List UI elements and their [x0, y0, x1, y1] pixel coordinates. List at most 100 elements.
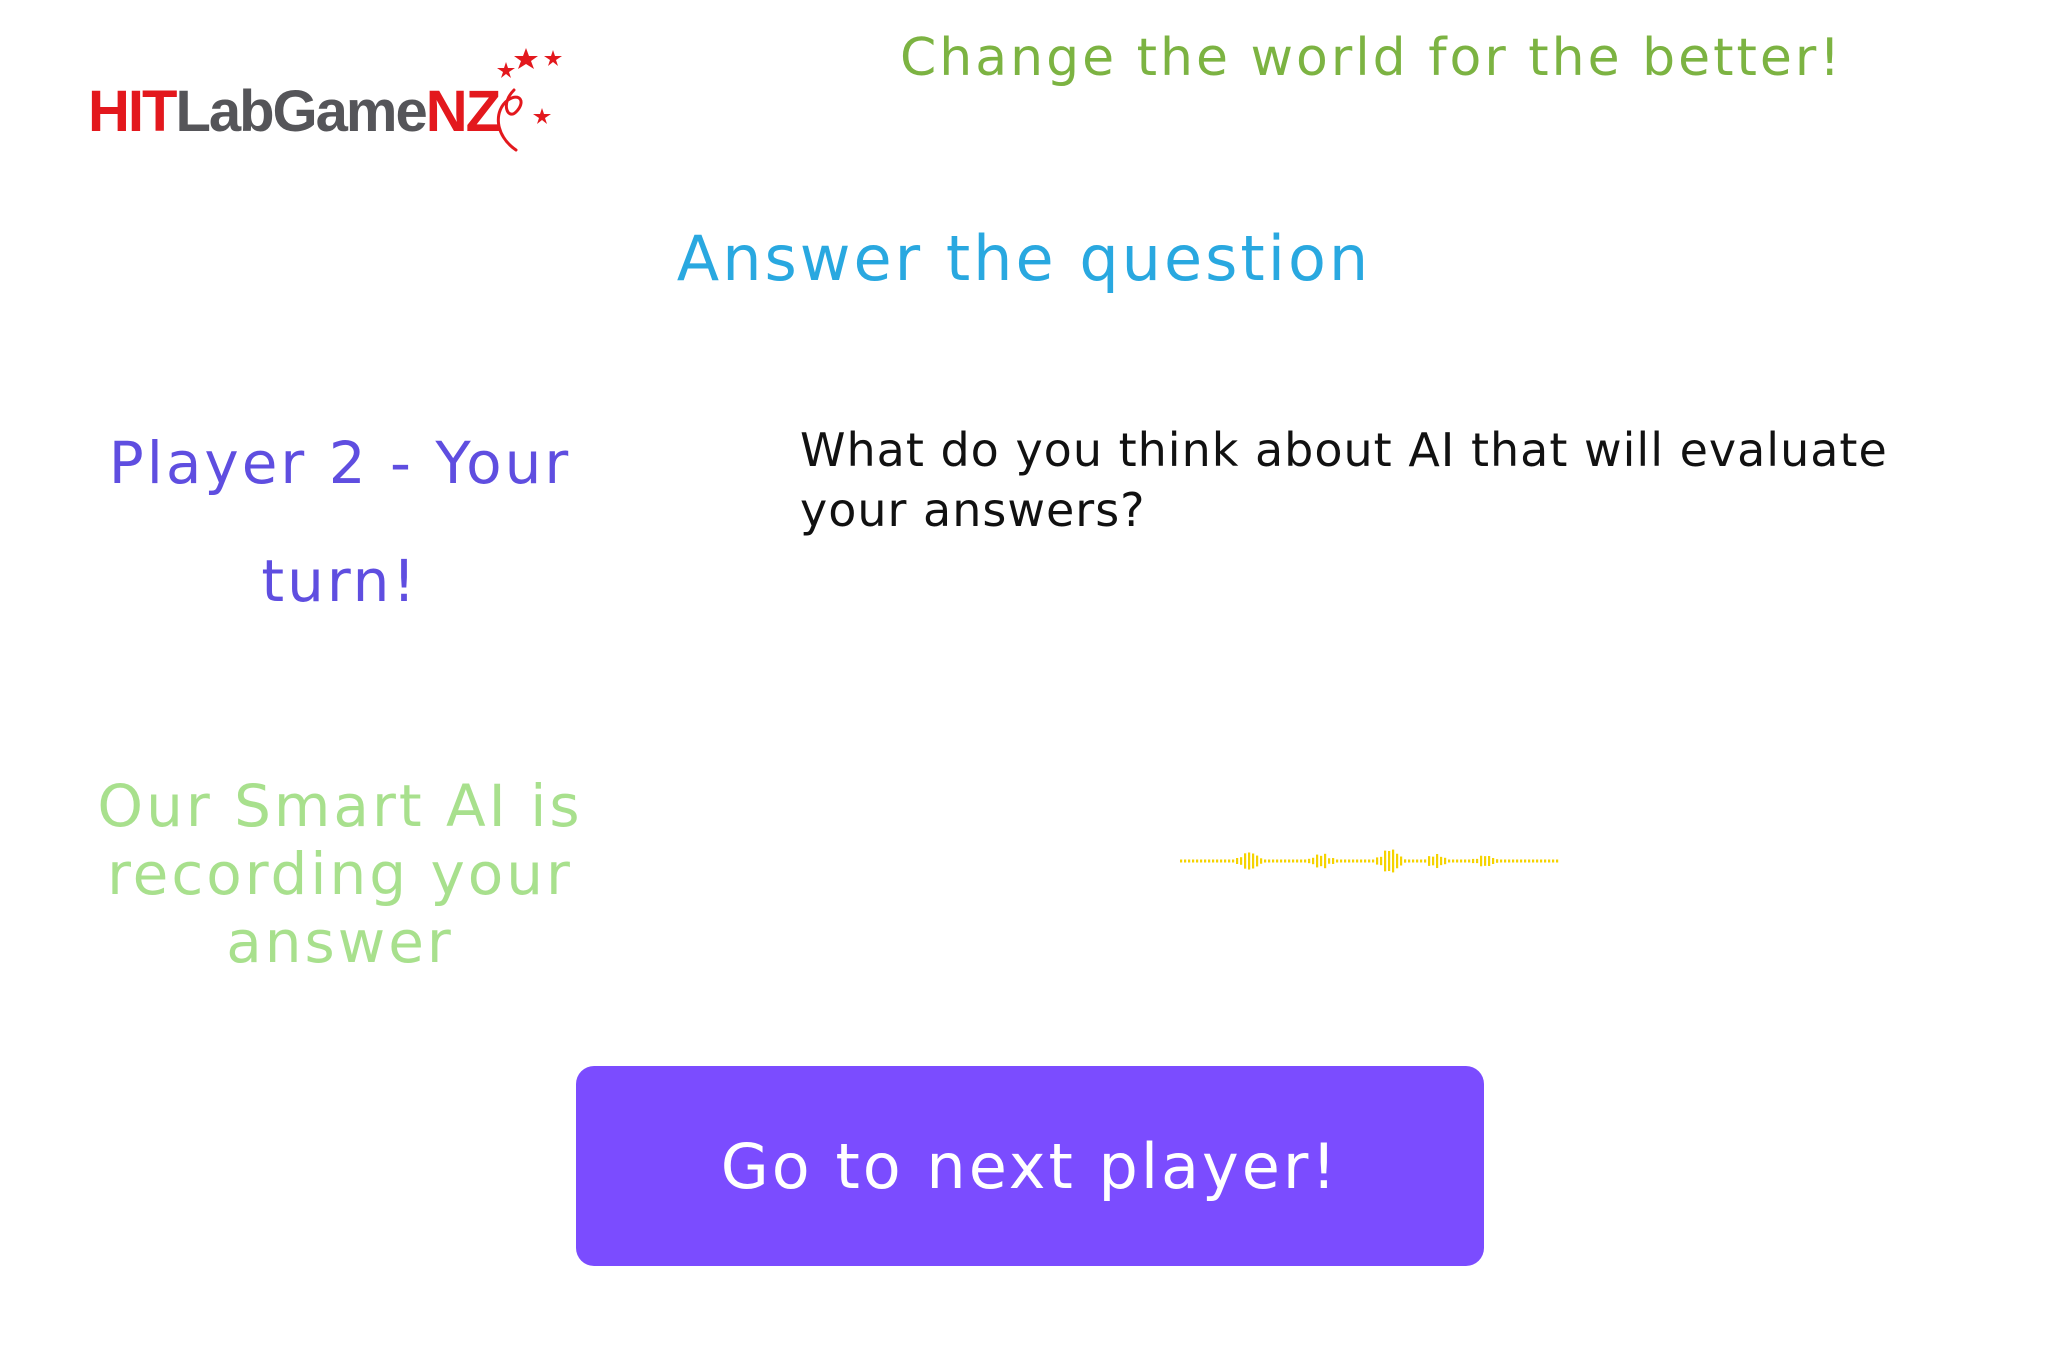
waveform-bar: [1268, 859, 1271, 863]
waveform-bar: [1300, 859, 1303, 863]
waveform-bar: [1488, 856, 1491, 867]
waveform-bar: [1240, 857, 1243, 865]
waveform-bar: [1316, 854, 1319, 868]
question-text: What do you think about AI that will eva…: [800, 423, 1888, 537]
waveform-bar: [1304, 859, 1307, 863]
waveform-bar: [1468, 859, 1471, 863]
waveform-bar: [1404, 859, 1407, 863]
waveform-bar: [1400, 856, 1403, 866]
waveform-bar: [1244, 853, 1247, 869]
waveform-bar: [1180, 859, 1183, 863]
waveform-bar: [1348, 859, 1351, 863]
waveform-bar: [1376, 857, 1379, 865]
waveform-bar: [1344, 859, 1347, 863]
waveform-bar: [1548, 859, 1551, 863]
waveform-bar: [1248, 852, 1251, 870]
waveform-bar: [1472, 858, 1475, 864]
waveform-bar: [1516, 859, 1519, 863]
waveform-bar: [1332, 858, 1335, 864]
logo-labgame: LabGame: [175, 79, 427, 144]
waveform-bar: [1212, 859, 1215, 863]
waveform-bar: [1392, 849, 1395, 873]
waveform-bar: [1412, 859, 1415, 863]
recording-status-line: answer: [226, 908, 454, 976]
waveform-bar: [1360, 859, 1363, 863]
game-screen: HITLabGameNZ Change the world for the be…: [0, 0, 2048, 1364]
waveform-bar: [1236, 858, 1239, 864]
waveform-bar: [1196, 859, 1199, 863]
waveform-bar: [1552, 859, 1555, 863]
waveform-bar: [1284, 859, 1287, 863]
waveform-bar: [1448, 859, 1451, 863]
section-title: Answer the question: [676, 222, 1372, 295]
waveform-bar: [1556, 859, 1559, 863]
waveform-bar: [1308, 858, 1311, 864]
waveform-bar: [1232, 859, 1235, 863]
player-turn-line: Player 2 - Your: [108, 429, 572, 497]
waveform-bar: [1368, 859, 1371, 863]
waveform-bar: [1320, 855, 1323, 867]
tagline: Change the world for the better!: [900, 28, 1844, 88]
waveform-bar: [1508, 859, 1511, 863]
waveform-bar: [1388, 850, 1391, 872]
waveform-bar: [1416, 859, 1419, 863]
waveform-bar: [1396, 853, 1399, 869]
logo-wordmark: HITLabGameNZ: [88, 78, 501, 145]
waveform-bar: [1372, 859, 1375, 863]
waveform-bar: [1504, 859, 1507, 863]
waveform-bar: [1264, 859, 1267, 863]
waveform-bar: [1256, 855, 1259, 867]
waveform-bar: [1188, 859, 1191, 863]
waveform-bar: [1228, 859, 1231, 863]
waveform-bar: [1356, 859, 1359, 863]
waveform-bar: [1528, 859, 1531, 863]
waveform-bar: [1484, 856, 1487, 866]
waveform-bar: [1460, 859, 1463, 863]
waveform-bar: [1452, 859, 1455, 863]
waveform-bar: [1380, 856, 1383, 866]
waveform-bar: [1208, 859, 1211, 863]
waveform-bar: [1540, 859, 1543, 863]
waveform-bar: [1536, 859, 1539, 863]
audio-waveform-icon: [1180, 849, 1559, 873]
next-player-button[interactable]: Go to next player!: [576, 1066, 1484, 1266]
recording-status-line: recording your: [107, 840, 573, 908]
waveform-bar: [1252, 853, 1255, 869]
recording-status-line: Our Smart AI is: [97, 772, 583, 840]
waveform-bar: [1384, 850, 1387, 872]
waveform-bar: [1324, 853, 1327, 869]
waveform-bar: [1456, 859, 1459, 863]
waveform-bar: [1428, 856, 1431, 866]
waveform-bar: [1340, 859, 1343, 863]
waveform-bar: [1272, 859, 1275, 863]
waveform-bar: [1220, 859, 1223, 863]
waveform-bar: [1328, 858, 1331, 864]
waveform-bar: [1312, 857, 1315, 865]
player-turn-label: Player 2 - Your turn!: [80, 404, 600, 640]
waveform-bar: [1364, 859, 1367, 863]
waveform-bar: [1352, 859, 1355, 863]
waveform-bar: [1192, 859, 1195, 863]
waveform-bar: [1464, 859, 1467, 863]
waveform-bar: [1512, 859, 1515, 863]
waveform-bar: [1336, 859, 1339, 863]
hitlab-logo: HITLabGameNZ: [88, 40, 608, 160]
waveform-bar: [1436, 853, 1439, 869]
waveform-bar: [1292, 859, 1295, 863]
waveform-bar: [1440, 856, 1443, 866]
waveform-bar: [1224, 859, 1227, 863]
recording-status: Our Smart AI is recording your answer: [70, 772, 610, 976]
waveform-bar: [1280, 859, 1283, 863]
waveform-bar: [1520, 859, 1523, 863]
waveform-bar: [1420, 859, 1423, 863]
waveform-bar: [1424, 859, 1427, 863]
player-turn-line: turn!: [261, 547, 419, 615]
waveform-bar: [1476, 858, 1479, 864]
logo-hit: HIT: [88, 79, 177, 144]
waveform-bar: [1500, 859, 1503, 863]
waveform-bar: [1184, 859, 1187, 863]
waveform-bar: [1444, 857, 1447, 865]
waveform-bar: [1496, 859, 1499, 863]
waveform-bar: [1216, 859, 1219, 863]
waveform-bar: [1276, 859, 1279, 863]
